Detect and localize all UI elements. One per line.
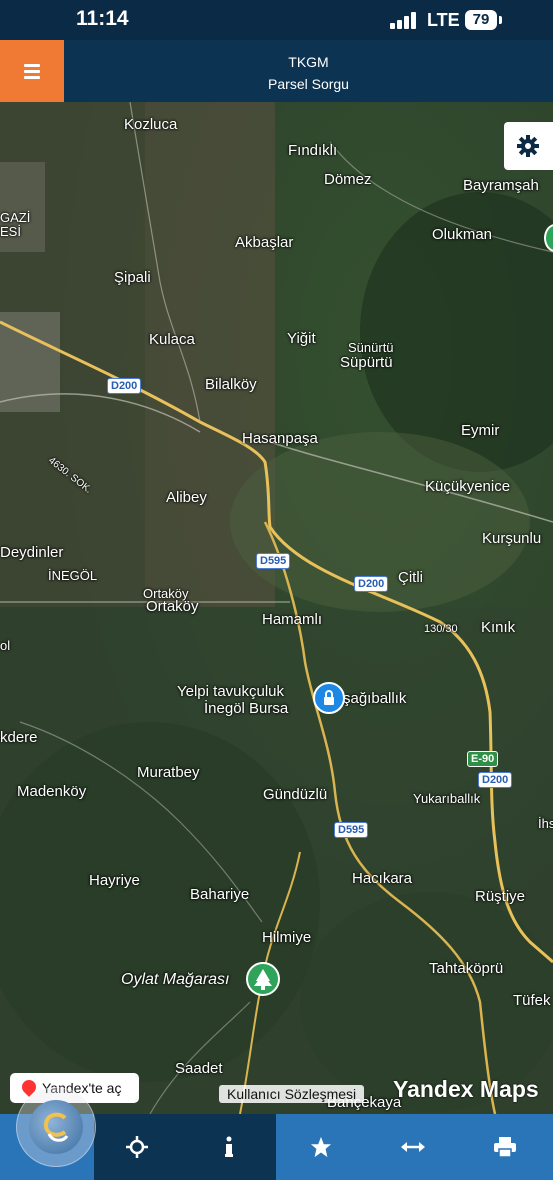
road-sign: D200 (478, 772, 513, 788)
place-label: Eymir (461, 422, 500, 439)
terms-link[interactable]: Kullanıcı Sözleşmesi (219, 1085, 365, 1103)
place-label: Tüfek (513, 992, 551, 1009)
star-icon (310, 1136, 332, 1158)
place-label: kdere (0, 729, 38, 746)
favorite-button[interactable] (276, 1114, 366, 1180)
battery-tip (499, 16, 502, 24)
place-label: Kozluca (124, 116, 178, 133)
lock-icon (324, 690, 334, 705)
place-label: GAZİ (0, 210, 31, 225)
settings-button[interactable] (504, 122, 553, 170)
logo-mark-icon (44, 1112, 69, 1142)
place-label: Gündüzlü (263, 786, 328, 803)
arrows-horizontal-icon (401, 1142, 425, 1152)
lock-poi-marker[interactable] (313, 682, 345, 714)
place-label: İhs (538, 816, 553, 831)
place-label: Muratbey (137, 764, 200, 781)
app-logo-button[interactable] (16, 1087, 96, 1167)
place-label: Kulaca (149, 331, 195, 348)
map-view[interactable]: Kozluca Fındıklı Dömez Bayramşah GAZİ ES… (0, 102, 553, 1114)
road-sign: D200 (107, 378, 142, 394)
place-label: Madenköy (17, 783, 87, 800)
place-label: Deydinler (0, 544, 64, 561)
place-label: Yiğit (287, 330, 316, 347)
place-label: Hilmiye (262, 929, 312, 946)
road-sign: D200 (354, 576, 389, 592)
place-label: Hayriye (89, 872, 140, 889)
crosshair-icon (126, 1136, 148, 1158)
print-button[interactable] (460, 1114, 550, 1180)
place-label: Kurşunlu (482, 530, 542, 547)
app-header: TKGM Parsel Sorgu (0, 40, 553, 102)
place-label: Saadet (175, 1060, 223, 1077)
place-label: Hacıkara (352, 870, 413, 887)
place-label: Kınık (481, 619, 516, 636)
place-label: şağıballık (343, 690, 407, 707)
menu-icon (24, 64, 40, 67)
road-sign: D595 (256, 553, 291, 569)
menu-icon-bar (24, 70, 40, 73)
battery-icon: 79 (465, 10, 497, 30)
measure-button[interactable] (368, 1114, 458, 1180)
place-label: Tahtaköprü (429, 960, 504, 977)
place-label: Rüştiye (475, 888, 526, 905)
map-brand-logo: Yandex Maps (393, 1076, 539, 1102)
place-label: Küçükyenice (425, 478, 511, 495)
place-label: Bayramşah (463, 177, 539, 194)
info-button[interactable] (184, 1114, 274, 1180)
place-label: ESİ (0, 224, 21, 239)
menu-button[interactable] (0, 40, 64, 102)
place-label: Süpürtü (340, 354, 393, 371)
speed-label: 130/30 (424, 623, 458, 635)
place-label: Sünürtü (348, 340, 394, 355)
print-icon (494, 1137, 516, 1157)
tree-poi-marker[interactable] (246, 962, 280, 996)
gear-icon (517, 135, 539, 157)
signal-icon (390, 12, 416, 29)
menu-icon-bar (24, 76, 40, 79)
place-label: Dömez (324, 171, 372, 188)
poi-label: Oylat Mağarası (121, 971, 230, 988)
app-logo-icon (29, 1100, 83, 1154)
road-sign: D595 (334, 822, 369, 838)
place-label: Hamamlı (262, 611, 323, 628)
place-label: İNEGÖL (48, 568, 98, 583)
poi-label: Yelpi tavukçuluk (177, 683, 285, 700)
app-title: TKGM (288, 54, 329, 70)
place-label: Akbaşlar (235, 234, 294, 251)
place-label: Bahariye (190, 886, 250, 903)
place-label: ol (0, 638, 11, 653)
place-label: Çitli (398, 569, 423, 586)
place-label: Şipali (114, 269, 151, 286)
status-time: 11:14 (76, 7, 129, 30)
status-bar: 11:14 LTE 79 (0, 0, 553, 40)
place-label: Alibey (166, 489, 207, 506)
tree-icon (254, 969, 272, 990)
place-label: Fındıklı (288, 142, 338, 159)
place-label: Olukman (432, 226, 493, 243)
locate-button[interactable] (92, 1114, 182, 1180)
place-label: Ortaköy (146, 598, 199, 615)
poi-label: İnegöl Bursa (204, 700, 289, 717)
place-label: Yukarıballık (413, 791, 481, 806)
road-sign: E-90 (467, 751, 499, 767)
network-type: LTE (427, 10, 460, 30)
place-label: Hasanpaşa (242, 430, 318, 447)
app-subtitle: Parsel Sorgu (268, 76, 349, 92)
place-label: Bilalköy (205, 376, 257, 393)
info-icon (225, 1136, 233, 1157)
